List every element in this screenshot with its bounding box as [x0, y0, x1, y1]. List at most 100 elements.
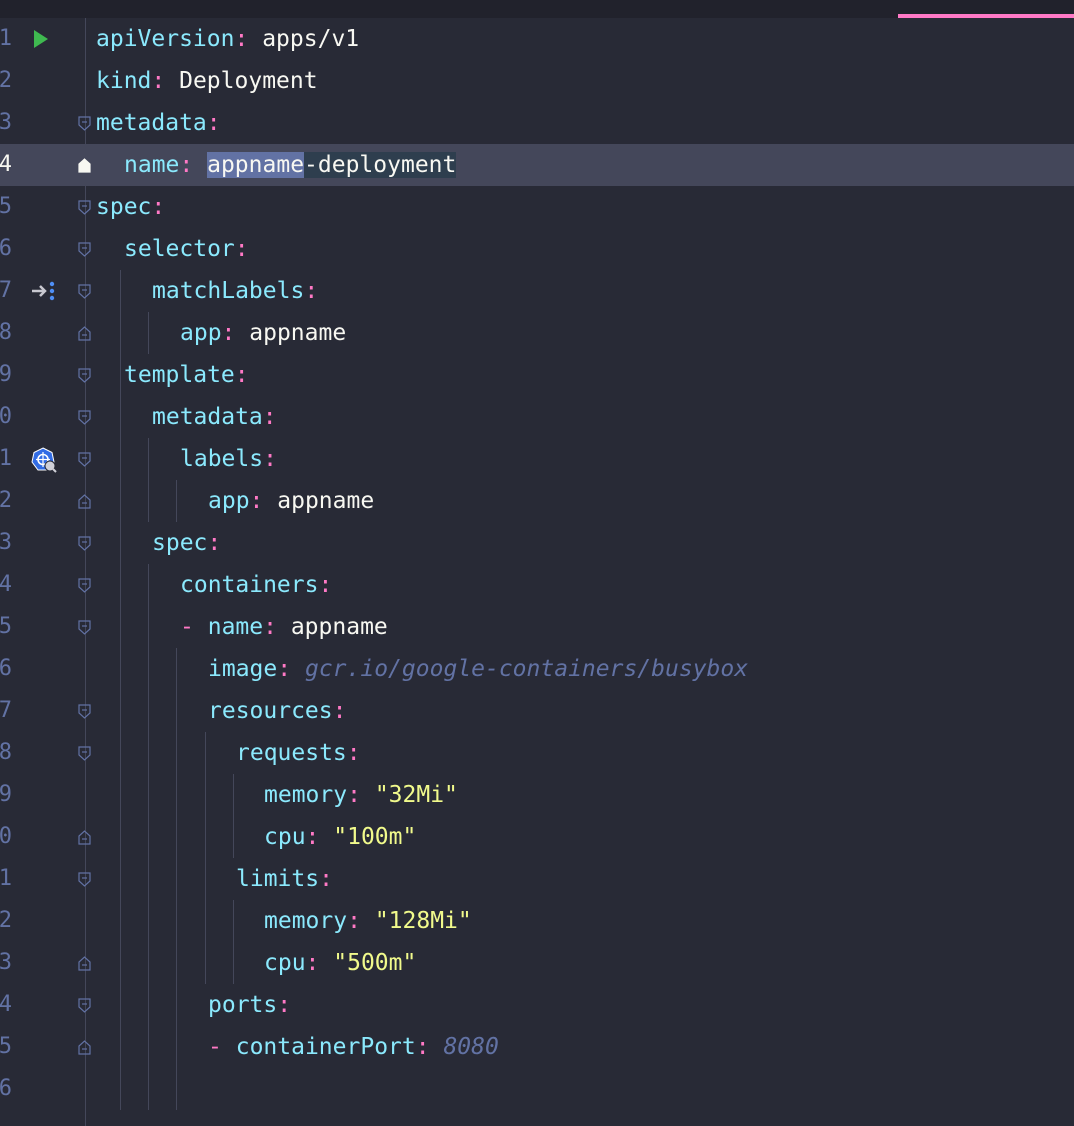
implemented-icon[interactable] — [31, 280, 57, 302]
fold-close-icon[interactable] — [78, 830, 91, 845]
code-text: cpu: "100m" — [264, 824, 417, 850]
fold-open-icon[interactable] — [78, 620, 91, 635]
code-text: cpu: "500m" — [264, 950, 417, 976]
line-number: 7 — [0, 698, 12, 723]
code-text: spec: — [152, 530, 222, 556]
code-line-20[interactable]: 0 cpu: "100m" — [0, 816, 1074, 858]
code-line-21[interactable]: 1 limits: — [0, 858, 1074, 900]
line-number: 5 — [0, 194, 12, 219]
code-text: requests: — [236, 740, 361, 766]
fold-close-icon[interactable] — [78, 1040, 91, 1055]
code-text: selector: — [124, 236, 249, 262]
code-text: resources: — [208, 698, 347, 724]
line-number: 4 — [0, 992, 12, 1017]
fold-open-icon[interactable] — [78, 410, 91, 425]
line-number: 8 — [0, 320, 12, 345]
code-text: containers: — [180, 572, 333, 598]
line-number: 4 — [0, 152, 12, 177]
code-line-13[interactable]: 3 spec: — [0, 522, 1074, 564]
code-line-8[interactable]: 8 app: appname — [0, 312, 1074, 354]
code-text: - containerPort: 8080 — [208, 1034, 499, 1060]
line-number: 3 — [0, 950, 12, 975]
line-number: 2 — [0, 908, 12, 933]
code-text: memory: "128Mi" — [264, 908, 472, 934]
kubernetes-icon[interactable] — [31, 447, 57, 473]
code-text: memory: "32Mi" — [264, 782, 458, 808]
line-number: 6 — [0, 1076, 12, 1101]
code-line-14[interactable]: 4 containers: — [0, 564, 1074, 606]
code-text: name: appname-deployment — [124, 152, 457, 178]
fold-open-icon[interactable] — [78, 284, 91, 299]
code-text: image: gcr.io/google-containers/busybox — [208, 656, 749, 682]
fold-open-icon[interactable] — [78, 704, 91, 719]
code-line-17[interactable]: 7 resources: — [0, 690, 1074, 732]
fold-open-icon[interactable] — [78, 452, 91, 467]
code-line-18[interactable]: 8 requests: — [0, 732, 1074, 774]
fold-close-icon[interactable] — [78, 158, 91, 173]
line-number: 1 — [0, 446, 12, 471]
code-line-5[interactable]: 5 spec: — [0, 186, 1074, 228]
selected-text: appname — [207, 152, 305, 178]
fold-open-icon[interactable] — [78, 872, 91, 887]
fold-open-icon[interactable] — [78, 998, 91, 1013]
code-line-24[interactable]: 4 ports: — [0, 984, 1074, 1026]
code-line-23[interactable]: 3 cpu: "500m" — [0, 942, 1074, 984]
fold-close-icon[interactable] — [78, 956, 91, 971]
run-icon[interactable] — [34, 30, 48, 48]
line-number: 1 — [0, 26, 12, 51]
fold-open-icon[interactable] — [78, 746, 91, 761]
code-line-7[interactable]: 7 matchLabels: — [0, 270, 1074, 312]
fold-open-icon[interactable] — [78, 200, 91, 215]
line-number: 6 — [0, 236, 12, 261]
code-text: metadata: — [152, 404, 277, 430]
line-number: 0 — [0, 824, 12, 849]
fold-close-icon[interactable] — [78, 494, 91, 509]
code-line-26[interactable]: 6 — [0, 1068, 1074, 1110]
code-text: labels: — [180, 446, 277, 472]
line-number: 8 — [0, 740, 12, 765]
fold-open-icon[interactable] — [78, 578, 91, 593]
line-number: 9 — [0, 362, 12, 387]
fold-open-icon[interactable] — [78, 368, 91, 383]
code-line-3[interactable]: 3 metadata: — [0, 102, 1074, 144]
code-line-11[interactable]: 1 labels: — [0, 438, 1074, 480]
line-number: 2 — [0, 68, 12, 93]
line-number: 3 — [0, 530, 12, 555]
code-line-1[interactable]: 1 apiVersion: apps/v1 — [0, 18, 1074, 60]
code-line-15[interactable]: 5 - name: appname — [0, 606, 1074, 648]
code-line-10[interactable]: 0 metadata: — [0, 396, 1074, 438]
code-text: matchLabels: — [152, 278, 319, 304]
code-text: template: — [124, 362, 249, 388]
code-line-12[interactable]: 2 app: appname — [0, 480, 1074, 522]
code-line-2[interactable]: 2 kind: Deployment — [0, 60, 1074, 102]
line-number: 6 — [0, 656, 12, 681]
code-text: metadata: — [96, 110, 221, 136]
code-text: kind: Deployment — [96, 68, 318, 94]
line-number: 0 — [0, 404, 12, 429]
line-number: 2 — [0, 488, 12, 513]
code-text: apiVersion: apps/v1 — [96, 26, 360, 52]
code-text: - name: appname — [180, 614, 388, 640]
code-text: limits: — [236, 866, 333, 892]
code-line-4-current[interactable]: 4 name: appname-deployment — [0, 144, 1074, 186]
code-line-6[interactable]: 6 selector: — [0, 228, 1074, 270]
code-line-16[interactable]: 6 image: gcr.io/google-containers/busybo… — [0, 648, 1074, 690]
fold-close-icon[interactable] — [78, 326, 91, 341]
code-line-22[interactable]: 2 memory: "128Mi" — [0, 900, 1074, 942]
line-number: 9 — [0, 782, 12, 807]
fold-open-icon[interactable] — [78, 242, 91, 257]
code-line-19[interactable]: 9 memory: "32Mi" — [0, 774, 1074, 816]
fold-open-icon[interactable] — [78, 116, 91, 131]
code-line-25[interactable]: 5 - containerPort: 8080 — [0, 1026, 1074, 1068]
line-number: 4 — [0, 572, 12, 597]
code-text: app: appname — [208, 488, 375, 514]
line-number: 5 — [0, 1034, 12, 1059]
line-number: 3 — [0, 110, 12, 135]
code-text: ports: — [208, 992, 292, 1018]
line-number: 1 — [0, 866, 12, 891]
line-number: 5 — [0, 614, 12, 639]
code-text: spec: — [96, 194, 166, 220]
line-number: 7 — [0, 278, 12, 303]
code-line-9[interactable]: 9 template: — [0, 354, 1074, 396]
fold-open-icon[interactable] — [78, 536, 91, 551]
